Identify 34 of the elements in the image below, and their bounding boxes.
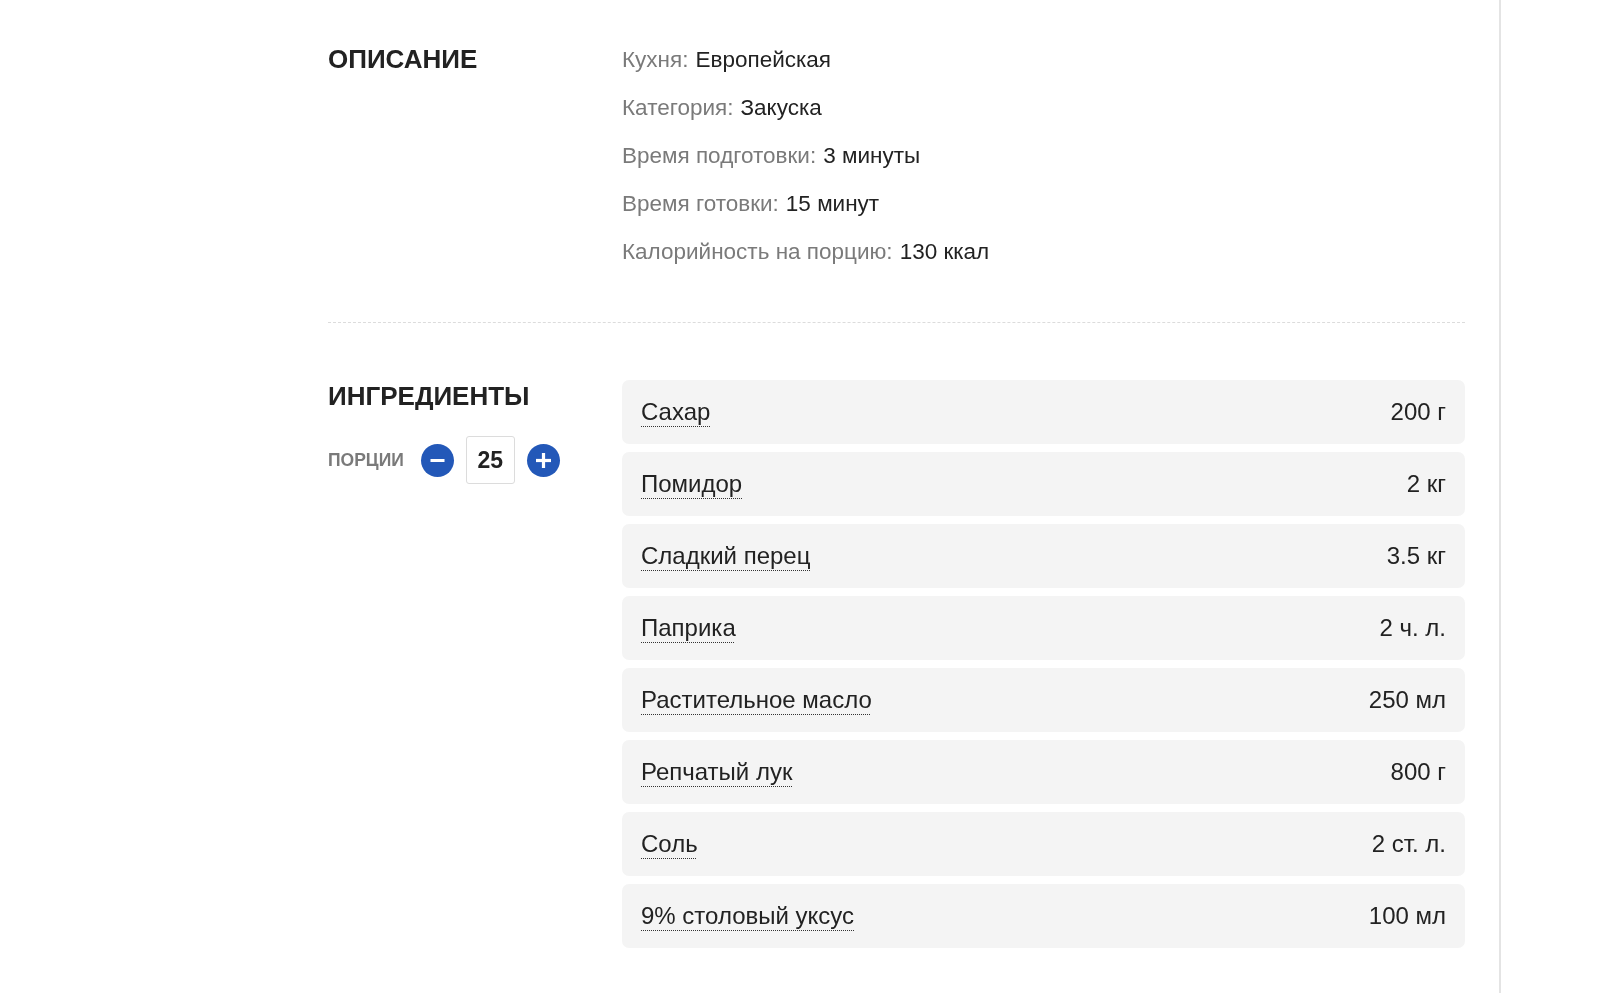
ingredient-link[interactable]: Репчатый лук [641, 758, 793, 786]
ingredient-link[interactable]: Помидор [641, 470, 743, 498]
ingredient-amount: 2 ст. л. [1371, 830, 1446, 858]
servings-label: ПОРЦИИ [328, 449, 404, 471]
increase-button[interactable] [526, 443, 560, 477]
ingredient-amount: 200 г [1390, 398, 1446, 426]
ingredient-link[interactable]: 9% столовый уксус [641, 902, 855, 930]
ingredient-link[interactable]: Соль [641, 830, 698, 858]
servings-field[interactable]: 25 [465, 436, 515, 484]
detail-label: Калорийность на порцию: [622, 239, 893, 264]
ingredient-link[interactable]: Паприка [641, 614, 736, 642]
ingredient-link[interactable]: Растительное масло [641, 686, 872, 714]
ingredient-link[interactable]: Сахар [641, 398, 711, 426]
ingredient-amount: 3.5 кг [1386, 542, 1446, 570]
detail-label: Кухня: [622, 47, 689, 72]
section-heading: ОПИСАНИЕ [328, 43, 478, 76]
plus-icon [535, 452, 551, 468]
detail-value: Европейская [695, 47, 831, 72]
detail-label: Время подготовки: [622, 143, 817, 168]
ingredient-amount: 2 кг [1406, 470, 1446, 498]
ingredient-link[interactable]: Сладкий перец [641, 542, 811, 570]
detail-label: Категория: [622, 95, 734, 120]
decrease-button[interactable] [420, 443, 454, 477]
section-heading: ИНГРЕДИЕНТЫ [328, 380, 530, 412]
ingredient-amount: 800 г [1390, 758, 1446, 786]
detail-label: Время готовки: [622, 191, 779, 216]
detail-value: Закуска [740, 95, 822, 120]
ingredient-amount: 250 мл [1368, 686, 1446, 714]
ingredient-amount: 100 мл [1368, 902, 1446, 930]
detail-value: 3 минуты [823, 143, 921, 168]
minus-icon [429, 458, 445, 462]
ingredient-amount: 2 ч. л. [1379, 614, 1446, 642]
detail-value: 15 минут [785, 191, 880, 216]
detail-value: 130 ккал [899, 239, 990, 264]
